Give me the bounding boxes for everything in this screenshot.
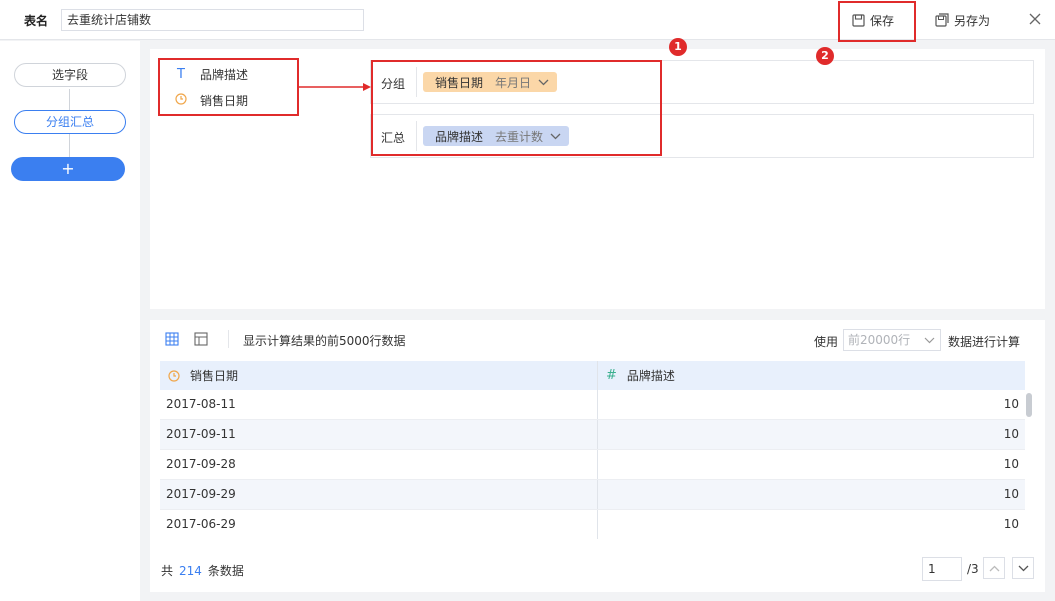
- save-as-button[interactable]: 另存为: [935, 10, 990, 30]
- callout-arrow: [299, 83, 371, 91]
- use-suffix-label: 数据进行计算: [948, 335, 1021, 349]
- page-number-input[interactable]: 1: [922, 557, 962, 581]
- config-panel: T 品牌描述 销售日期 分组 销售日期 年月日 汇总 品牌描述 去重计数: [150, 49, 1045, 309]
- add-step-button[interactable]: +: [11, 157, 125, 181]
- table-cell: 2017-06-29: [160, 510, 598, 539]
- layout-view-icon[interactable]: [194, 332, 208, 346]
- table-cell: 10: [1003, 457, 1019, 471]
- hash-icon: #: [606, 368, 617, 383]
- chevron-up-icon: [989, 565, 999, 571]
- zone-divider: [416, 121, 417, 151]
- summary-drop-zone[interactable]: 汇总 品牌描述 去重计数: [370, 114, 1034, 158]
- row-limit-select[interactable]: 前20000行: [843, 329, 941, 351]
- column-header-brand[interactable]: # 品牌描述: [598, 361, 1025, 390]
- page-total: /3: [967, 562, 979, 576]
- field-label: 品牌描述: [200, 67, 249, 82]
- table-row: 2017-06-29 10: [160, 510, 1025, 540]
- toolbar-divider: [228, 330, 229, 348]
- column-header-sales-date[interactable]: 销售日期: [160, 361, 598, 390]
- zone-divider: [416, 67, 417, 97]
- field-item-brand[interactable]: T 品牌描述: [174, 63, 248, 85]
- chip-field-name: 品牌描述: [435, 129, 484, 144]
- top-bar: 表名 去重统计店铺数 保存 另存为: [0, 0, 1055, 40]
- table-scrollbar[interactable]: [1026, 393, 1032, 417]
- chevron-down-icon: [924, 337, 935, 344]
- group-zone-label: 分组: [381, 77, 406, 91]
- table-name-label: 表名: [24, 14, 49, 28]
- total-prefix: 共: [161, 564, 174, 578]
- summary-zone-label: 汇总: [381, 131, 406, 145]
- table-name-input[interactable]: 去重统计店铺数: [61, 9, 364, 31]
- table-cell: 2017-09-29: [160, 480, 598, 509]
- step-sidebar: 选字段 分组汇总 +: [0, 41, 140, 601]
- table-cell: 10: [1003, 427, 1019, 441]
- chip-aggregation: 去重计数: [495, 129, 544, 144]
- table-cell: 2017-09-11: [160, 420, 598, 449]
- chip-aggregation: 年月日: [495, 75, 532, 90]
- total-count: 共 214 条数据: [161, 562, 244, 579]
- table-cell: 2017-09-28: [160, 450, 598, 479]
- field-label: 销售日期: [200, 93, 249, 108]
- chevron-down-icon[interactable]: [550, 133, 561, 140]
- clock-icon: [174, 92, 188, 108]
- result-note: 显示计算结果的前5000行数据: [243, 334, 406, 348]
- table-row: 2017-09-29 10: [160, 480, 1025, 510]
- table-view-icon[interactable]: [165, 332, 179, 346]
- column-label: 销售日期: [190, 369, 239, 383]
- table-cell: 10: [1003, 517, 1019, 531]
- text-type-icon: T: [177, 66, 185, 82]
- field-item-sales-date[interactable]: 销售日期: [174, 89, 248, 111]
- close-icon[interactable]: [1028, 12, 1042, 26]
- result-panel: 显示计算结果的前5000行数据 使用 前20000行 数据进行计算 销售日期 #…: [150, 320, 1045, 592]
- use-label: 使用: [814, 335, 839, 349]
- result-table: 销售日期 # 品牌描述 2017-08-11 10 2017-09-11 10 …: [160, 361, 1025, 540]
- save-label: 保存: [870, 13, 895, 28]
- total-suffix: 条数据: [207, 564, 244, 578]
- group-chip[interactable]: 销售日期 年月日: [423, 72, 558, 92]
- table-row: 2017-09-28 10: [160, 450, 1025, 480]
- group-drop-zone[interactable]: 分组 销售日期 年月日: [370, 60, 1034, 104]
- table-cell: 10: [1003, 487, 1019, 501]
- save-icon: [852, 13, 865, 27]
- clock-icon: [168, 369, 180, 382]
- chevron-down-icon: [1018, 565, 1028, 571]
- chevron-down-icon[interactable]: [538, 79, 549, 86]
- next-page-button[interactable]: [1012, 557, 1034, 579]
- table-row: 2017-09-11 10: [160, 420, 1025, 450]
- row-limit-value: 前20000行: [848, 333, 911, 347]
- summary-chip[interactable]: 品牌描述 去重计数: [423, 126, 570, 146]
- table-header: 销售日期 # 品牌描述: [160, 361, 1025, 390]
- prev-page-button[interactable]: [983, 557, 1005, 579]
- chip-field-name: 销售日期: [435, 75, 484, 90]
- table-row: 2017-08-11 10: [160, 390, 1025, 420]
- table-cell: 10: [1003, 397, 1019, 411]
- step-select-fields[interactable]: 选字段: [14, 63, 126, 87]
- save-button[interactable]: 保存: [852, 10, 894, 30]
- step-badge-1: 1: [669, 38, 687, 56]
- column-label: 品牌描述: [626, 369, 675, 383]
- save-as-label: 另存为: [954, 13, 991, 28]
- save-as-icon: [935, 13, 949, 27]
- step-group-summary[interactable]: 分组汇总: [14, 110, 126, 134]
- step-badge-2: 2: [816, 47, 834, 65]
- total-number: 214: [179, 564, 202, 578]
- table-cell: 2017-08-11: [160, 390, 598, 419]
